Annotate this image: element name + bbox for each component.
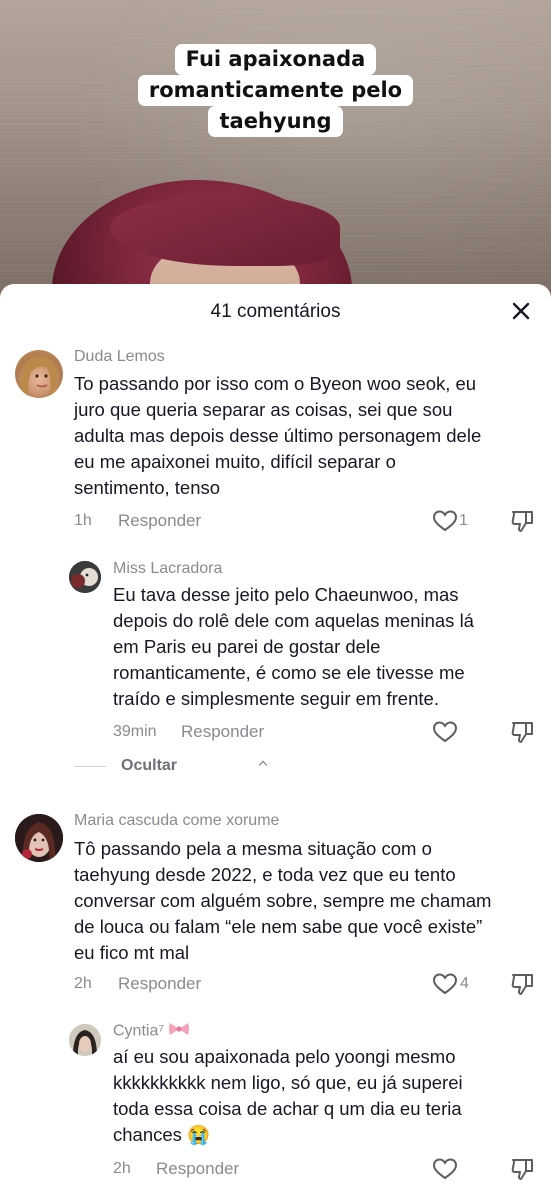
close-button[interactable] — [509, 299, 533, 323]
comment-text-line: eu me apaixonei muito, difícil separar o — [74, 451, 396, 472]
dislike-button[interactable] — [510, 509, 536, 533]
comment-text-line: traído e simplesmente seguir em frente. — [113, 688, 439, 709]
video-caption: Fui apaixonada romanticamente pelo taehy… — [0, 44, 551, 137]
heart-outline-icon — [432, 973, 458, 995]
comment-text-line: juro que queria separar as coisas, sei q… — [74, 399, 453, 420]
avatar[interactable] — [69, 1024, 101, 1056]
comment-text: aí eu sou apaixonada pelo yoongi mesmo k… — [113, 1044, 463, 1148]
comment-text-line: romanticamente, é como se ele tivesse me — [113, 662, 465, 683]
comments-count-title: 41 comentários — [210, 301, 341, 322]
comment-text-line: sentimento, tenso — [74, 477, 221, 498]
comment-text: Tô passando pela a mesma situação com o … — [74, 836, 491, 966]
comment-text-line: depois do rolê dele com aquelas meninas … — [113, 610, 474, 631]
like-button[interactable] — [432, 509, 458, 533]
comment-text-line: eu fico mt mal — [74, 942, 190, 963]
ribbon-emoji-icon — [168, 1022, 190, 1041]
heart-outline-icon — [432, 721, 458, 743]
avatar[interactable] — [69, 561, 101, 593]
reply-button[interactable]: Responder — [181, 722, 264, 742]
reply-button[interactable]: Responder — [118, 974, 201, 994]
avatar[interactable] — [15, 350, 63, 398]
heart-outline-icon — [432, 1158, 458, 1180]
comment-text-line: kkkkkkkkkk nem ligo, só que, eu já super… — [113, 1072, 463, 1093]
like-button[interactable] — [432, 1157, 458, 1181]
comment-text-line: de louca ou falam “ele nem sabe que você… — [74, 916, 483, 937]
dislike-button[interactable] — [510, 1157, 536, 1181]
reply-button[interactable]: Responder — [118, 511, 201, 531]
video-preview[interactable]: Fui apaixonada romanticamente pelo taehy… — [0, 0, 551, 300]
comment-text-line: aí eu sou apaixonada pelo yoongi mesmo — [113, 1046, 456, 1067]
comment-text: Eu tava desse jeito pelo Chaeunwoo, mas … — [113, 582, 474, 712]
comment-text-line: conversar com alguém sobre, sempre me ch… — [74, 890, 492, 911]
divider-line — [74, 766, 106, 767]
comment-text-line: chances 😭 — [113, 1124, 211, 1145]
comment-time: 1h — [74, 512, 92, 529]
comment-username[interactable]: Duda Lemos — [74, 348, 165, 366]
caption-line: taehyung — [208, 106, 343, 137]
comment-text-line: To passando por isso com o Byeon woo seo… — [74, 373, 477, 394]
comment-text-line: Tô passando pela a mesma situação com o — [74, 838, 432, 859]
hide-replies-label: Ocultar — [121, 757, 178, 774]
comment-text-line: em Paris eu parei de gostar dele — [113, 636, 381, 657]
reply-button[interactable]: Responder — [156, 1159, 239, 1179]
thumbs-down-outline-icon — [511, 1159, 533, 1180]
comment-username[interactable]: Miss Lacradora — [113, 560, 222, 578]
comment-username[interactable]: Maria cascuda come xorume — [74, 812, 279, 830]
close-icon — [512, 302, 530, 320]
dislike-button[interactable] — [510, 720, 536, 744]
comment-time: 2h — [74, 975, 92, 992]
dislike-button[interactable] — [510, 972, 536, 996]
heart-outline-icon — [432, 510, 458, 532]
comment-username-text: Cyntia⁷ — [113, 1022, 165, 1040]
like-button[interactable] — [432, 972, 458, 996]
thumbs-down-outline-icon — [511, 511, 533, 532]
like-button[interactable] — [432, 720, 458, 744]
comment-time: 39min — [113, 723, 157, 740]
like-count: 4 — [460, 975, 469, 992]
comment-text-line: toda essa coisa de achar q um dia eu ter… — [113, 1098, 462, 1119]
comment-text-line: Eu tava desse jeito pelo Chaeunwoo, mas — [113, 584, 459, 605]
caption-line: romanticamente pelo — [137, 75, 414, 106]
comments-header: 41 comentários — [0, 284, 551, 340]
comment-text-line: adulta mas depois desse último personage… — [74, 425, 482, 446]
thumbs-down-outline-icon — [511, 722, 533, 743]
comment-text-line: taehyung desde 2022, e toda vez que eu t… — [74, 864, 456, 885]
avatar[interactable] — [15, 814, 63, 862]
thumbs-down-outline-icon — [511, 974, 533, 995]
caption-line: Fui apaixonada — [174, 44, 377, 75]
comment-time: 2h — [113, 1160, 131, 1177]
comment-username[interactable]: Cyntia⁷ — [113, 1022, 190, 1041]
comment-text: To passando por isso com o Byeon woo seo… — [74, 371, 481, 501]
like-count: 1 — [459, 512, 468, 529]
